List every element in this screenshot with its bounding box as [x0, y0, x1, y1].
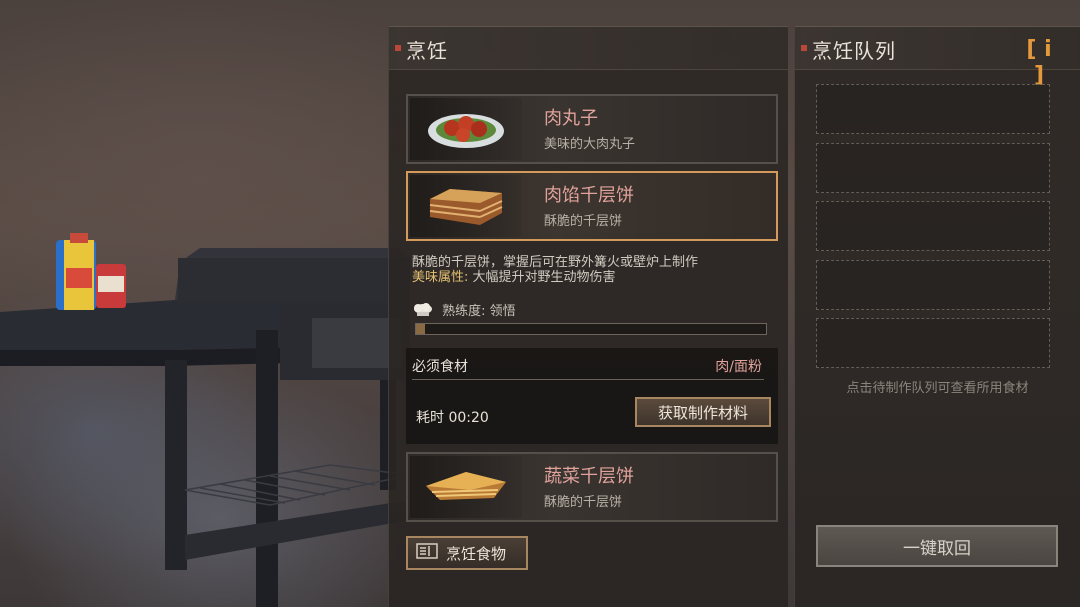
attribute-label: 美味属性: [412, 270, 469, 285]
proficiency-bar-fill [416, 324, 425, 334]
queue-slot[interactable] [816, 260, 1050, 310]
recipe-card-veggie-layer-pie[interactable]: 蔬菜千层饼 酥脆的千层饼 [406, 452, 778, 522]
recipe-name: 肉馅千层饼 [544, 185, 634, 206]
cook-food-button[interactable]: 烹饪食物 [406, 536, 528, 570]
recipe-desc: 酥脆的千层饼 [544, 495, 623, 510]
recipe-detail: 酥脆的千层饼，掌握后可在野外篝火或壁炉上制作 美味属性: 大幅提升对野生动物伤害 [412, 255, 772, 285]
proficiency-bar [415, 323, 767, 335]
queue-slot[interactable] [816, 143, 1050, 193]
chef-hat-icon [412, 302, 434, 322]
header-marker [801, 45, 807, 51]
meatball-plate-icon [410, 98, 522, 160]
veggie-pie-icon [410, 456, 522, 518]
cook-food-label: 烹饪食物 [446, 544, 507, 563]
cooking-panel: 烹饪 肉丸子 美味的大肉丸子 肉馅千层饼 酥脆的千层饼 酥脆的千层饼，掌握后可在… [388, 26, 788, 607]
ingredients-box: 必须食材 肉/面粉 耗时 00:20 获取制作材料 [406, 348, 778, 444]
ingredients-value: 肉/面粉 [715, 359, 762, 375]
get-materials-button[interactable]: 获取制作材料 [635, 397, 771, 427]
attribute-value: 大幅提升对野生动物伤害 [468, 270, 616, 285]
recipe-detail-description: 酥脆的千层饼，掌握后可在野外篝火或壁炉上制作 [412, 255, 699, 270]
recipe-desc: 美味的大肉丸子 [544, 137, 636, 152]
cooking-panel-header: 烹饪 [389, 26, 788, 70]
info-icon[interactable]: [ i ] [1022, 37, 1056, 88]
recipe-name: 肉丸子 [544, 108, 598, 129]
header-marker [395, 45, 401, 51]
cook-time: 耗时 00:20 [416, 410, 489, 426]
recipe-attribute: 美味属性: 大幅提升对野生动物伤害 [412, 270, 772, 285]
recall-all-button[interactable]: 一键取回 [816, 525, 1058, 567]
cooking-panel-title: 烹饪 [406, 39, 448, 63]
recipe-desc: 酥脆的千层饼 [544, 214, 623, 229]
ingredients-label: 必须食材 [412, 359, 468, 375]
cooking-queue-panel: 烹饪队列 [ i ] 点击待制作队列可查看所用食材 一键取回 [794, 26, 1080, 607]
recipe-card-meat-layer-pie[interactable]: 肉馅千层饼 酥脆的千层饼 [406, 171, 778, 241]
queue-panel-header: 烹饪队列 [ i ] [795, 26, 1080, 88]
recipe-name: 蔬菜千层饼 [544, 466, 634, 487]
proficiency-row: 熟练度: 领悟 [412, 300, 516, 322]
queue-slot[interactable] [816, 318, 1050, 368]
recipe-book-icon [416, 542, 438, 564]
queue-panel-title: 烹饪队列 [812, 39, 896, 63]
recipe-card-meatballs[interactable]: 肉丸子 美味的大肉丸子 [406, 94, 778, 164]
proficiency-text: 熟练度: 领悟 [442, 304, 516, 319]
queue-hint: 点击待制作队列可查看所用食材 [846, 381, 1029, 396]
divider [412, 379, 764, 380]
queue-slot[interactable] [816, 201, 1050, 251]
queue-slot[interactable] [816, 84, 1050, 134]
layered-pie-icon [410, 175, 522, 237]
